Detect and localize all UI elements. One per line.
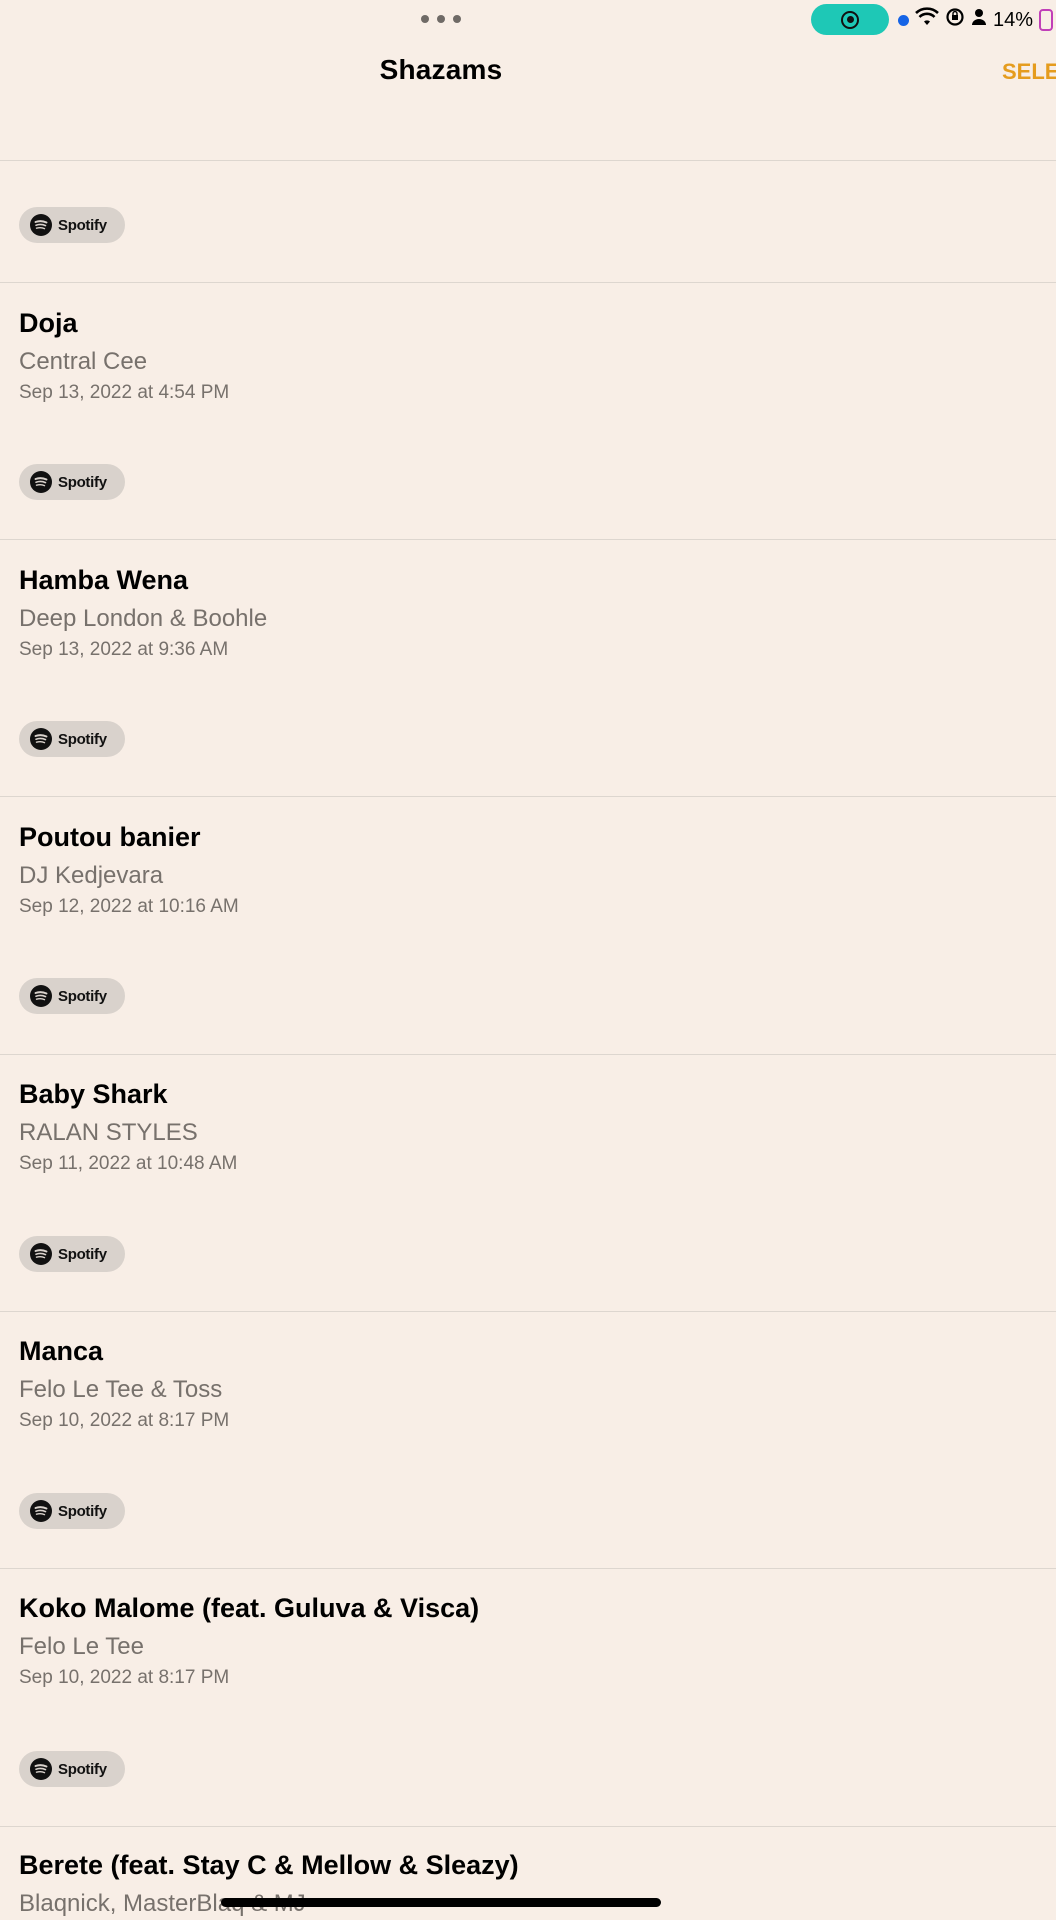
divider (0, 1826, 1056, 1827)
spotify-icon (30, 1243, 52, 1265)
screen-record-icon (841, 10, 859, 29)
home-indicator[interactable] (221, 1898, 661, 1907)
track-title: Doja (19, 308, 78, 338)
spotify-button[interactable]: Spotify (19, 978, 125, 1014)
spotify-icon (30, 1500, 52, 1522)
divider (0, 160, 1056, 161)
spotify-icon (30, 985, 52, 1007)
spotify-icon (30, 471, 52, 493)
spotify-label: Spotify (58, 987, 107, 1005)
track-date: Sep 12, 2022 at 10:16 AM (19, 896, 239, 917)
track-artist: Felo Le Tee & Toss (19, 1376, 223, 1403)
divider (0, 796, 1056, 797)
track-artist: Central Cee (19, 348, 148, 375)
spotify-label: Spotify (58, 1245, 107, 1263)
divider (0, 282, 1056, 283)
track-artist: Deep London & Boohle (19, 605, 268, 632)
orientation-lock-icon (945, 7, 965, 33)
track-artist: RALAN STYLES (19, 1119, 198, 1146)
battery-icon (1039, 9, 1054, 31)
track-title: Baby Shark (19, 1079, 168, 1109)
track-title: Koko Malome (feat. Guluva & Visca) (19, 1593, 480, 1623)
track-date: Sep 13, 2022 at 9:36 AM (19, 639, 229, 660)
track-date: Sep 10, 2022 at 8:17 PM (19, 1410, 230, 1431)
screen-record-indicator[interactable] (811, 4, 889, 35)
status-icons: 14% (898, 6, 1054, 34)
spotify-label: Spotify (58, 216, 107, 234)
divider (0, 1054, 1056, 1055)
track-date: Sep 13, 2022 at 4:54 PM (19, 382, 230, 403)
spotify-label: Spotify (58, 730, 107, 748)
spotify-icon (30, 1758, 52, 1780)
status-bar: 14% (0, 0, 1056, 40)
spotify-icon (30, 728, 52, 750)
battery-percent: 14% (993, 8, 1034, 31)
spotify-button[interactable]: Spotify (19, 1751, 125, 1787)
track-artist: Felo Le Tee (19, 1633, 144, 1660)
spotify-label: Spotify (58, 1760, 107, 1778)
blue-dot-icon (898, 14, 909, 26)
track-date: Sep 10, 2022 at 8:17 PM (19, 1667, 230, 1688)
spotify-button[interactable]: Spotify (19, 207, 125, 243)
spotify-button[interactable]: Spotify (19, 464, 125, 500)
track-title: Hamba Wena (19, 565, 189, 595)
track-artist: DJ Kedjevara (19, 862, 164, 889)
track-title: Manca (19, 1336, 104, 1366)
spotify-label: Spotify (58, 473, 107, 491)
track-date: Sep 11, 2022 at 10:48 AM (19, 1153, 238, 1174)
spotify-button[interactable]: Spotify (19, 721, 125, 757)
divider (0, 539, 1056, 540)
spotify-label: Spotify (58, 1502, 107, 1520)
wifi-icon (915, 7, 939, 33)
person-icon (971, 7, 987, 33)
divider (0, 1568, 1056, 1569)
spotify-button[interactable]: Spotify (19, 1236, 125, 1272)
track-title: Berete (feat. Stay C & Mellow & Sleazy) (19, 1850, 519, 1880)
more-dots-icon[interactable] (421, 9, 461, 29)
track-title: Poutou banier (19, 822, 201, 852)
select-button[interactable]: SELE (1002, 59, 1056, 85)
spotify-button[interactable]: Spotify (19, 1493, 125, 1529)
page-title: Shazams (379, 54, 503, 85)
divider (0, 1311, 1056, 1312)
spotify-icon (30, 214, 52, 236)
